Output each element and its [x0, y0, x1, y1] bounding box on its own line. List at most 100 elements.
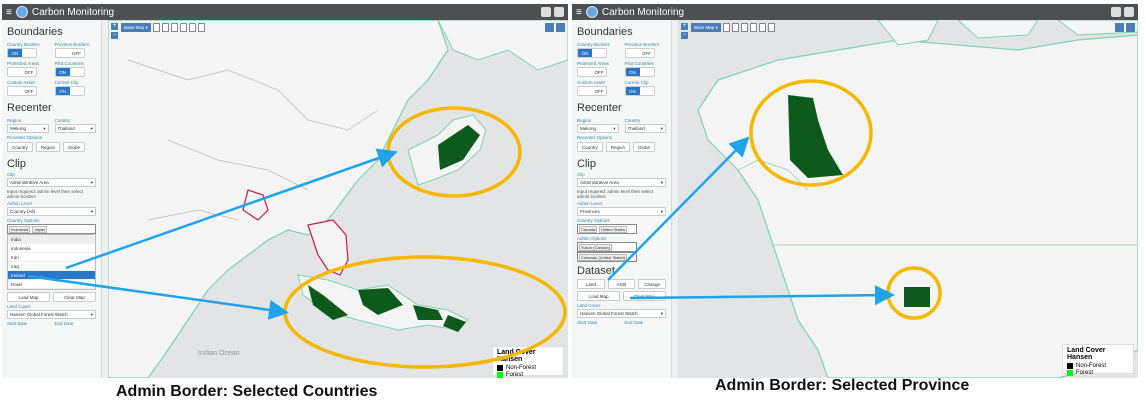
globe-logo-icon: [15, 6, 28, 18]
map-tool-icon[interactable]: [188, 23, 196, 32]
protected-areas-toggle[interactable]: OFF: [7, 67, 37, 77]
info-icon[interactable]: [545, 23, 554, 32]
map-tool-icon[interactable]: [767, 23, 775, 32]
dropdown-option-highlighted[interactable]: Ireland: [8, 271, 95, 280]
selected-tag[interactable]: United States: [599, 225, 628, 233]
clip-select[interactable]: Administrative Area ▾: [577, 178, 666, 187]
map-tool-icon[interactable]: [197, 23, 205, 32]
admin-level-select[interactable]: Country (All) ▾: [7, 207, 96, 216]
map-tool-icon[interactable]: [758, 23, 766, 32]
start-date-label: Start Date: [577, 320, 598, 325]
basemap-button[interactable]: Base Map ▾: [691, 23, 721, 32]
country-select[interactable]: Thailand ▾: [54, 124, 96, 133]
recenter-region-button[interactable]: Region: [605, 142, 631, 152]
country-borders-label: Country Borders: [7, 42, 40, 47]
caption-right: Admin Border: Selected Province: [715, 377, 970, 394]
load-map-button[interactable]: Load Map: [577, 291, 620, 301]
selected-tag[interactable]: Indonesia: [9, 225, 31, 233]
province-borders-toggle[interactable]: OFF: [624, 48, 655, 58]
land-cover-select[interactable]: Hansen Global Forest Watch ▾: [577, 309, 666, 318]
land-cover-select[interactable]: Hansen Global Forest Watch ▾: [7, 310, 96, 319]
map-tool-icon[interactable]: [179, 23, 187, 32]
admin-level-select[interactable]: Provinces ▾: [577, 207, 666, 216]
map-view[interactable]: Indian Ocean + − Base Map ▾ Land Cover Ha…: [108, 20, 568, 378]
zoom-out-button[interactable]: −: [681, 32, 688, 39]
dataset-change-button[interactable]: Change: [638, 279, 667, 289]
recenter-globe-button[interactable]: Globe: [633, 142, 656, 152]
recenter-title: Recenter: [7, 102, 52, 114]
clip-select[interactable]: Administrative Area ▾: [7, 178, 96, 187]
window-control-icon[interactable]: [1111, 7, 1121, 17]
custom-asset-toggle[interactable]: OFF: [7, 86, 37, 96]
selected-tag[interactable]: Canada: [579, 225, 598, 233]
admin-options-multiselect-row[interactable]: Colorado (United States): [577, 252, 637, 262]
selected-tag[interactable]: Yukon (Canada): [579, 243, 612, 251]
dataset-agb-button[interactable]: AGB: [607, 279, 636, 289]
legend-label: Forest: [506, 372, 524, 378]
basemap-button[interactable]: Base Map ▾: [121, 23, 151, 32]
map-tool-icon[interactable]: [749, 23, 757, 32]
load-map-button[interactable]: Load Map: [7, 292, 50, 302]
region-select[interactable]: Mekong ▾: [7, 124, 49, 133]
country-options-multiselect[interactable]: Canada United States: [577, 224, 637, 234]
end-date-label: End Date: [624, 320, 644, 325]
non-forest-swatch: [1067, 363, 1073, 369]
current-clip-toggle[interactable]: ON: [624, 86, 655, 96]
map-tool-icon[interactable]: [740, 23, 748, 32]
country-options-multiselect[interactable]: Indonesia Japan: [7, 224, 96, 234]
ocean-label: Indian Ocean: [198, 350, 240, 357]
map-tool-icon[interactable]: [731, 23, 739, 32]
help-icon[interactable]: [1126, 23, 1135, 32]
dataset-land-button[interactable]: Land: [577, 279, 605, 289]
pilot-countries-toggle[interactable]: ON: [54, 67, 85, 77]
recenter-country-button[interactable]: Country: [7, 142, 33, 152]
recenter-options-label: Recenter Options: [577, 135, 613, 140]
menu-icon[interactable]: ≡: [576, 7, 582, 18]
window-control-icon[interactable]: [541, 7, 551, 17]
zoom-in-button[interactable]: +: [681, 23, 688, 30]
clear-map-button[interactable]: Clear Map: [53, 292, 96, 302]
current-clip-toggle[interactable]: ON: [54, 86, 85, 96]
region-select[interactable]: Mekong ▾: [577, 124, 619, 133]
recenter-region-button[interactable]: Region: [35, 142, 61, 152]
selected-tag[interactable]: Colorado (United States): [579, 253, 628, 261]
map-tool-icon[interactable]: [170, 23, 178, 32]
country-borders-toggle[interactable]: ON: [577, 48, 607, 58]
dropdown-option[interactable]: Iraq: [8, 262, 95, 271]
land-cover-legend: Land Cover Hansen Non-Forest Forest: [492, 346, 564, 378]
menu-icon[interactable]: ≡: [6, 7, 12, 18]
map-view[interactable]: + − Base Map ▾ Land Cover Hansen Non-Fore…: [678, 20, 1138, 378]
app-title: Carbon Monitoring: [31, 6, 115, 18]
map-tool-icon[interactable]: [152, 23, 160, 32]
admin-options-label: Admin Options: [577, 236, 607, 241]
dropdown-search-text[interactable]: India: [8, 235, 95, 244]
recenter-title: Recenter: [577, 102, 622, 114]
country-borders-toggle[interactable]: ON: [7, 48, 37, 58]
map-tool-icon[interactable]: [161, 23, 169, 32]
window-control-icon[interactable]: [1124, 7, 1134, 17]
clip-note: Input required: admin level then select …: [7, 189, 84, 199]
country-dropdown[interactable]: India Indonesia Iran Iraq Ireland Israel: [7, 234, 96, 290]
dropdown-option[interactable]: Israel: [8, 280, 95, 289]
help-icon[interactable]: [556, 23, 565, 32]
admin-options-multiselect[interactable]: Yukon (Canada): [577, 242, 637, 252]
info-icon[interactable]: [1115, 23, 1124, 32]
land-cover-legend: Land Cover Hansen Non-Forest Forest: [1062, 344, 1134, 376]
selected-tag[interactable]: Japan: [32, 225, 48, 233]
recenter-globe-button[interactable]: Globe: [63, 142, 86, 152]
custom-asset-toggle[interactable]: OFF: [577, 86, 607, 96]
country-select[interactable]: Thailand ▾: [624, 124, 666, 133]
map-tool-icon[interactable]: [722, 23, 730, 32]
protected-areas-toggle[interactable]: OFF: [577, 67, 607, 77]
window-control-icon[interactable]: [554, 7, 564, 17]
legend-label: Non-Forest: [506, 365, 537, 371]
clear-map-button[interactable]: Clear Map: [623, 291, 666, 301]
dropdown-option[interactable]: Iran: [8, 253, 95, 262]
zoom-in-button[interactable]: +: [111, 23, 118, 30]
clip-label: Clip: [577, 172, 585, 177]
zoom-out-button[interactable]: −: [111, 32, 118, 39]
pilot-countries-toggle[interactable]: ON: [624, 67, 655, 77]
dropdown-option[interactable]: Indonesia: [8, 244, 95, 253]
recenter-country-button[interactable]: Country: [577, 142, 603, 152]
province-borders-toggle[interactable]: OFF: [54, 48, 85, 58]
